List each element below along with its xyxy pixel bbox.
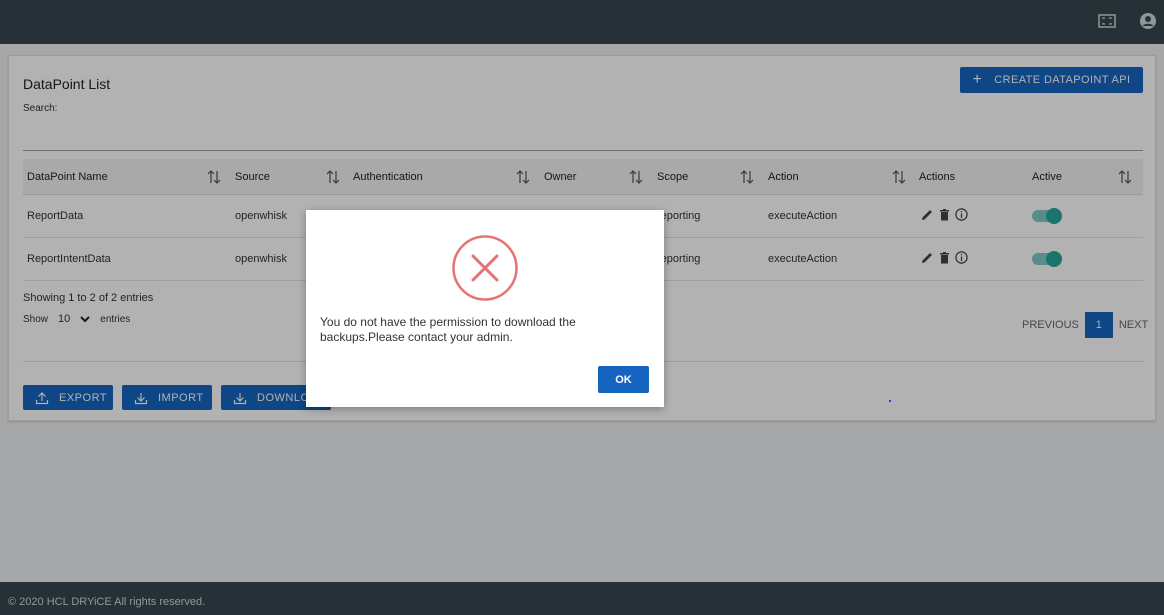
cursor-dot [889, 400, 891, 402]
dialog-message: You do not have the permission to downlo… [320, 315, 576, 344]
error-x-circle-icon [452, 235, 518, 301]
permission-error-dialog: You do not have the permission to downlo… [306, 210, 664, 407]
ok-button[interactable]: OK [598, 366, 649, 393]
